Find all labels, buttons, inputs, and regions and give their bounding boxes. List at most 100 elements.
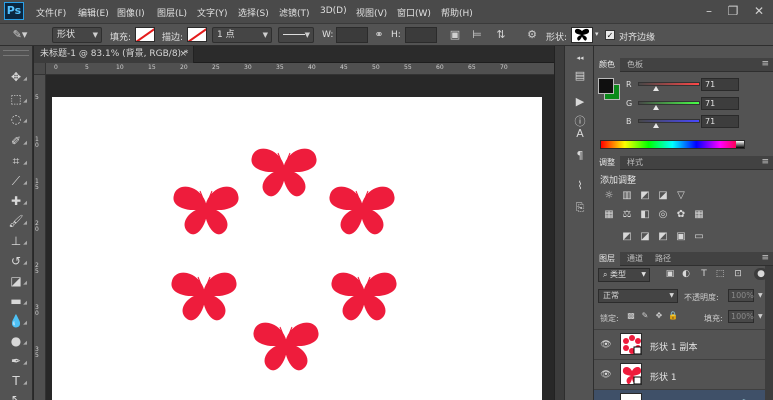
filter-smart-object-icon[interactable]: ⊡ <box>732 268 744 280</box>
gradient-tool-icon[interactable]: ▬ ◢ <box>4 292 28 310</box>
restore-icon[interactable]: ❐ <box>722 2 744 20</box>
menu-edit[interactable]: 编辑(E) <box>78 6 109 19</box>
filter-pixel-icon[interactable]: ▣ <box>664 268 676 280</box>
foreground-color-swatch-front[interactable] <box>598 78 614 94</box>
horizontal-ruler[interactable]: 0 5 10 15 20 25 30 35 40 45 50 55 60 65 … <box>46 63 554 75</box>
selective-color-icon[interactable]: ▣ <box>674 231 688 243</box>
layer-row-selected[interactable]: 👁 背景 🔒 <box>594 389 773 400</box>
opacity-input[interactable]: 100% <box>728 289 754 302</box>
slider-knob[interactable] <box>653 123 659 128</box>
collapse-icon[interactable]: ◂◂ <box>571 50 589 66</box>
tool-mode-dropdown[interactable]: 形状 ▼ <box>52 27 102 43</box>
tab-layers[interactable]: 图层 <box>594 252 620 266</box>
butterfly-shape[interactable] <box>251 148 317 197</box>
exposure-icon[interactable]: ◪ <box>656 190 670 202</box>
stroke-swatch[interactable] <box>187 27 207 42</box>
path-selection-tool-icon[interactable]: ↖ <box>4 390 28 400</box>
curves-icon[interactable]: ◩ <box>638 190 652 202</box>
tab-styles[interactable]: 样式 <box>622 156 648 170</box>
crop-tool-icon[interactable]: ⌗ ◢ <box>4 152 28 170</box>
blur-tool-icon[interactable]: 💧 ◢ <box>4 312 28 330</box>
link-icon[interactable]: ⚭ <box>372 28 386 42</box>
pen-tool-icon[interactable]: ✒ ◢ <box>4 352 28 370</box>
butterfly-shape[interactable] <box>171 272 237 321</box>
menu-3d[interactable]: 3D(D) <box>320 6 347 16</box>
path-arrangement-icon[interactable]: ⇅ <box>494 28 508 42</box>
chevron-down-icon[interactable]: ▾ <box>595 30 599 38</box>
fill-swatch[interactable] <box>135 27 155 42</box>
lasso-tool-icon[interactable]: ◌ ◢ <box>4 110 28 128</box>
invert-icon[interactable]: ◩ <box>620 231 634 243</box>
panel-menu-icon[interactable]: ≡ <box>761 157 769 167</box>
color-spectrum-ramp[interactable] <box>600 140 745 149</box>
close-tab-icon[interactable]: × <box>179 46 187 63</box>
brush-tool-icon[interactable]: 🖌 ◢ <box>4 212 28 230</box>
menu-view[interactable]: 视图(V) <box>356 6 387 19</box>
butterfly-shape[interactable] <box>331 272 397 321</box>
g-slider[interactable] <box>638 101 700 110</box>
blend-mode-dropdown[interactable]: 正常 ▼ <box>598 289 678 303</box>
butterfly-shape[interactable] <box>329 186 395 235</box>
filter-shape-icon[interactable]: ⬚ <box>714 268 726 280</box>
filter-type-icon[interactable]: T <box>698 268 710 280</box>
layer-filter-dropdown[interactable]: ⌕ 类型 ▼ <box>598 268 650 282</box>
gradient-map-icon[interactable]: ▭ <box>692 231 706 243</box>
butterfly-shape[interactable] <box>253 322 319 371</box>
g-value-input[interactable]: 71 <box>701 97 739 110</box>
history-brush-tool-icon[interactable]: ↺ ◢ <box>4 252 28 270</box>
color-lookup-icon[interactable]: ▦ <box>692 209 706 221</box>
character-panel-icon[interactable]: A <box>571 126 589 142</box>
history-panel-icon[interactable]: ▤ <box>571 68 589 84</box>
clone-stamp-tool-icon[interactable]: ⊥ ◢ <box>4 232 28 250</box>
dodge-tool-icon[interactable]: ● ◢ <box>4 332 28 350</box>
r-slider[interactable] <box>638 82 700 91</box>
tab-swatches[interactable]: 色板 <box>622 58 648 72</box>
healing-brush-tool-icon[interactable]: ✚ ◢ <box>4 192 28 210</box>
black-white-icon[interactable]: ◧ <box>638 209 652 221</box>
slider-knob[interactable] <box>653 86 659 91</box>
path-alignment-icon[interactable]: ⊨ <box>470 28 484 42</box>
fill-input[interactable]: 100% <box>728 310 754 323</box>
menu-file[interactable]: 文件(F) <box>36 6 66 19</box>
eraser-tool-icon[interactable]: ◪ ◢ <box>4 272 28 290</box>
layer-name[interactable]: 形状 1 <box>650 370 677 383</box>
close-icon[interactable]: ✕ <box>748 2 770 20</box>
lock-pixels-icon[interactable]: ✎ <box>640 311 650 321</box>
b-slider[interactable] <box>638 119 700 128</box>
marquee-tool-icon[interactable]: ⬚ ◢ <box>4 90 28 108</box>
document-tab[interactable]: 未标题-1 @ 83.1% (背景, RGB/8) * × <box>34 46 194 63</box>
tab-paths[interactable]: 路径 <box>650 252 676 266</box>
butterfly-shape[interactable] <box>173 186 239 235</box>
layer-row[interactable]: 👁 形状 1 <box>594 359 773 389</box>
channel-mixer-icon[interactable]: ✿ <box>674 209 688 221</box>
hue-saturation-icon[interactable]: ▦ <box>602 209 616 221</box>
tab-adjustments[interactable]: 调整 <box>594 156 620 170</box>
ruler-origin[interactable] <box>34 63 46 75</box>
minimize-icon[interactable]: – <box>698 2 720 20</box>
stroke-type-dropdown[interactable]: ▼ <box>278 27 314 43</box>
align-edges-checkbox[interactable]: ✓ <box>605 30 615 40</box>
chevron-down-icon[interactable]: ▼ <box>758 292 763 299</box>
move-tool-icon[interactable]: ✥ ◢ <box>4 68 28 86</box>
tab-color[interactable]: 颜色 <box>594 58 620 72</box>
tool-preset-icon[interactable]: ✎▾ <box>6 28 34 42</box>
menu-window[interactable]: 窗口(W) <box>397 6 431 19</box>
layer-name[interactable]: 形状 1 副本 <box>650 340 697 353</box>
lock-transparent-icon[interactable]: ▩ <box>626 311 636 321</box>
levels-icon[interactable]: ▥ <box>620 190 634 202</box>
panel-menu-icon[interactable]: ≡ <box>761 253 769 263</box>
chevron-down-icon[interactable]: ▼ <box>758 313 763 320</box>
vibrance-icon[interactable]: ▽ <box>674 190 688 202</box>
tab-channels[interactable]: 通道 <box>622 252 648 266</box>
paragraph-panel-icon[interactable]: ¶ <box>571 148 589 164</box>
color-balance-icon[interactable]: ⚖ <box>620 209 634 221</box>
b-value-input[interactable]: 71 <box>701 115 739 128</box>
menu-help[interactable]: 帮助(H) <box>441 6 473 19</box>
canvas[interactable] <box>52 97 542 400</box>
actions-panel-icon[interactable]: ▶ <box>571 94 589 110</box>
menu-filter[interactable]: 滤镜(T) <box>279 6 310 19</box>
vertical-ruler[interactable]: 5 1 0 1 5 2 0 2 5 3 0 3 5 <box>34 75 46 400</box>
shape-picker[interactable] <box>571 27 593 43</box>
height-input[interactable] <box>405 27 437 43</box>
layer-row[interactable]: 👁 形状 1 副本 <box>594 329 773 359</box>
